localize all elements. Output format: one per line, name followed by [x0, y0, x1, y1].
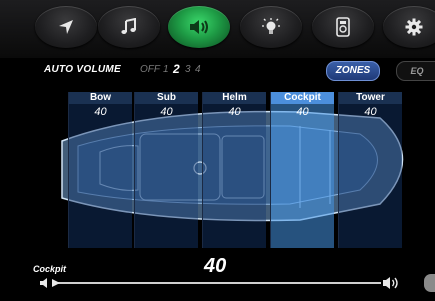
zone-cockpit[interactable]: Cockpit 40: [270, 92, 334, 248]
zones-button[interactable]: ZONES: [326, 61, 380, 81]
gear-icon: [405, 18, 423, 36]
auto-volume-2[interactable]: 2: [173, 62, 180, 76]
navigation-icon: [59, 20, 73, 34]
selected-zone-label: Cockpit: [33, 264, 67, 274]
light-bulb-icon: [262, 18, 280, 34]
panel-edge-handle[interactable]: [424, 274, 435, 292]
zone-tower-value: 40: [364, 106, 377, 118]
zone-bow[interactable]: Bow 40: [68, 92, 132, 248]
volume-slider-thumb[interactable]: [50, 278, 62, 288]
music-icon: [121, 18, 136, 34]
settings-button[interactable]: [383, 6, 435, 48]
top-nav-bar: [0, 0, 435, 58]
zone-sub[interactable]: Sub 40: [134, 92, 198, 248]
auto-volume-row: AUTO VOLUME OFF 1 2 3 4 ZONES EQ: [0, 58, 435, 84]
volume-value: 40: [204, 255, 227, 277]
speaker-volume-icon: [190, 20, 208, 34]
zone-helm-name: Helm: [203, 92, 266, 104]
speaker-high-icon: [383, 277, 398, 289]
zone-helm[interactable]: Helm 40: [202, 92, 266, 248]
zone-sub-name: Sub: [135, 92, 198, 104]
remote-button[interactable]: [312, 6, 374, 48]
zone-tower-name: Tower: [339, 92, 402, 104]
volume-slider-track[interactable]: [56, 282, 381, 284]
music-button[interactable]: [98, 6, 160, 48]
zone-cockpit-name: Cockpit: [271, 92, 334, 104]
zone-sub-value: 40: [160, 106, 173, 118]
zone-bow-value: 40: [94, 106, 107, 118]
auto-volume-1[interactable]: 1: [163, 64, 169, 75]
zone-helm-value: 40: [228, 106, 241, 118]
speaker-low-icon: [40, 278, 47, 288]
zone-tower[interactable]: Tower 40: [338, 92, 402, 248]
auto-volume-4[interactable]: 4: [195, 64, 201, 75]
auto-volume-off[interactable]: OFF: [140, 64, 160, 75]
audio-volume-button[interactable]: [168, 6, 230, 48]
volume-control: Cockpit 40: [0, 250, 435, 301]
zone-bow-name: Bow: [69, 92, 132, 104]
auto-volume-3[interactable]: 3: [185, 64, 191, 75]
zone-cockpit-value: 40: [296, 106, 309, 118]
navigation-button[interactable]: [35, 6, 97, 48]
lighting-button[interactable]: [240, 6, 302, 48]
boat-zone-panel: Bow 40 Sub 40 Helm 40 Cockpit 40 Tower 4…: [0, 86, 435, 250]
remote-icon: [336, 17, 350, 37]
auto-volume-label: AUTO VOLUME: [44, 64, 122, 75]
eq-button[interactable]: EQ: [396, 61, 435, 81]
